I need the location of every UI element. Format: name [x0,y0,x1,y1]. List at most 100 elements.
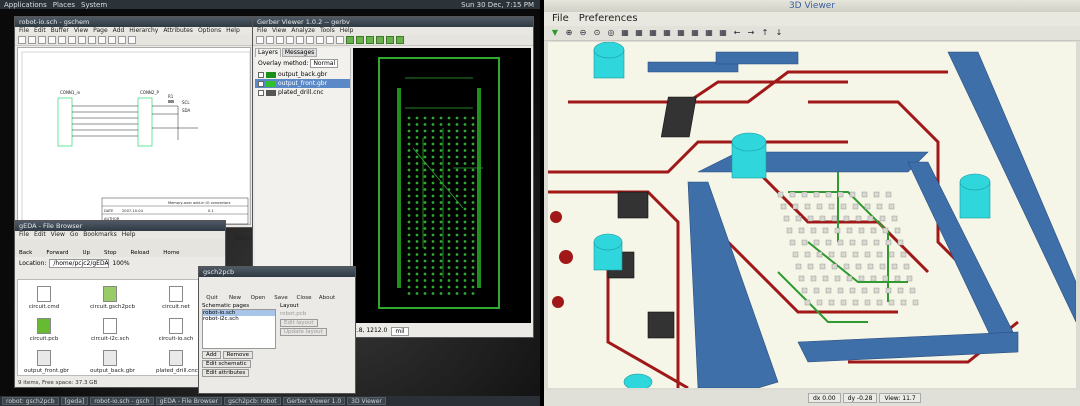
tab-messages[interactable]: Messages [281,48,318,57]
save-icon[interactable] [38,36,46,44]
check-icon[interactable] [356,36,364,44]
update-layout-button[interactable]: Update layout [280,328,327,336]
remove-button[interactable]: Remove [222,351,253,359]
file-browser-titlebar[interactable]: gEDA - File Browser [15,221,225,231]
units-select[interactable]: mil [391,327,409,336]
text-icon[interactable] [118,36,126,44]
gschem-menu-hierarchy[interactable]: Hierarchy [129,27,158,35]
menu-system[interactable]: System [81,1,107,9]
layer-checkbox[interactable] [258,80,264,87]
layer-color-swatch[interactable] [266,71,276,78]
layer-checkbox[interactable] [258,89,264,96]
zoom-redraw-icon[interactable]: ◎ [606,28,616,38]
zoom-out-icon[interactable]: ⊖ [578,28,588,38]
tab-layers[interactable]: Layers [255,48,281,57]
check-icon[interactable] [346,36,354,44]
net-icon[interactable] [98,36,106,44]
gerbv-menu-tools[interactable]: Tools [320,27,335,35]
gschem-menu-add[interactable]: Add [113,27,125,35]
view-bottom-icon[interactable]: ▦ [634,28,644,38]
file-item[interactable]: circuit.gsch2pcb [90,286,135,310]
about-button[interactable]: About [316,279,338,301]
file-item[interactable]: output_front.gbr [24,350,69,374]
layer-checkbox[interactable] [258,71,264,78]
viewer3d-canvas[interactable] [548,42,1076,388]
fb-menu-file[interactable]: File [19,231,29,239]
gerbv-menu-file[interactable]: File [257,27,267,35]
layer-row-back[interactable]: output_back.gbr [255,70,350,79]
clock[interactable]: Sun 30 Dec, 7:15 PM [461,1,534,9]
taskbar-item[interactable]: Gerber Viewer 1.0 [282,397,346,405]
taskbar-item[interactable]: gEDA - File Browser [155,397,223,405]
viewer3d-menu-preferences[interactable]: Preferences [579,12,638,26]
fb-menu-bookmarks[interactable]: Bookmarks [83,231,117,239]
save-icon[interactable] [286,36,294,44]
zoom-100-icon[interactable] [336,36,344,44]
fb-menu-view[interactable]: View [51,231,65,239]
view-left-icon[interactable]: ▦ [676,28,686,38]
forward-button[interactable]: Forward [46,250,68,256]
new-button[interactable]: New [224,279,246,301]
quit-button[interactable]: Quit [201,279,223,301]
gschem-menu-attributes[interactable]: Attributes [163,27,193,35]
file-item[interactable]: circuit.pcb [24,318,64,342]
check-icon[interactable] [386,36,394,44]
pages-list[interactable]: robot-io.sch robot-i2c.sch [202,309,276,349]
arrow-up-icon[interactable]: ↑ [760,28,770,38]
back-button[interactable]: Back [19,250,32,256]
home-button[interactable]: Home [163,250,179,256]
gschem-titlebar[interactable]: robot-io.sch - gschem [15,17,253,27]
zoom-in-icon[interactable]: ⊕ [564,28,574,38]
taskbar-item[interactable]: robot: gsch2pcb [2,397,59,405]
gerbv-menu-help[interactable]: Help [340,27,354,35]
rotate-y-icon[interactable]: ▦ [718,28,728,38]
file-item[interactable]: circuit.cmd [24,286,64,310]
view-back-icon[interactable]: ▦ [662,28,672,38]
taskbar-item[interactable]: 3D Viewer [347,397,386,405]
gerbv-menu-analyze[interactable]: Analyze [291,27,315,35]
bus-icon[interactable] [108,36,116,44]
gschem-menu-options[interactable]: Options [198,27,221,35]
close-button[interactable]: Close [293,279,315,301]
fb-menu-edit[interactable]: Edit [34,231,46,239]
gschem-menu-buffer[interactable]: Buffer [51,27,69,35]
new-icon[interactable] [256,36,264,44]
check-icon[interactable] [376,36,384,44]
gerbv-menu-view[interactable]: View [272,27,286,35]
viewer3d-title[interactable]: 3D Viewer [544,0,1080,12]
taskbar-item[interactable]: gsch2pcb: robot [224,397,281,405]
taskbar-item[interactable]: [geda] [60,397,89,405]
save-button[interactable]: Save [270,279,292,301]
edit-schematic-button[interactable]: Edit schematic [202,360,251,368]
menu-places[interactable]: Places [53,1,75,9]
gschem-menu-view[interactable]: View [74,27,88,35]
view-right-icon[interactable]: ▦ [690,28,700,38]
fb-menu-go[interactable]: Go [70,231,78,239]
layer-row-drill[interactable]: plated_drill.cnc [255,88,350,97]
edit-layout-button[interactable]: Edit layout [280,319,318,327]
file-item[interactable]: circuit-io.sch [156,318,196,342]
check-icon[interactable] [366,36,374,44]
gerbv-titlebar[interactable]: Gerber Viewer 1.0.2 -- gerbv [253,17,533,27]
component-icon[interactable] [88,36,96,44]
zoom-level[interactable]: 100% [112,260,129,267]
copy-icon[interactable] [68,36,76,44]
up-button[interactable]: Up [82,250,90,256]
reload-icon[interactable]: ▼ [550,28,560,38]
viewer3d-menu-file[interactable]: File [552,12,569,26]
gschem-menu-page[interactable]: Page [93,27,108,35]
schematic-canvas[interactable]: CONN1_in CONN2_P SCL SDA R1 Memory-over … [17,47,251,225]
layer-color-swatch[interactable] [266,89,276,96]
arrow-left-icon[interactable]: ← [732,28,742,38]
reload-button[interactable]: Reload [131,250,150,256]
menu-applications[interactable]: Applications [4,1,47,9]
arrow-right-icon[interactable]: → [746,28,756,38]
gerber-canvas[interactable] [353,48,531,323]
location-field[interactable]: /home/pcjc2/gEDA [49,259,110,268]
cut-icon[interactable] [58,36,66,44]
edit-attributes-button[interactable]: Edit attributes [202,369,250,377]
zoom-in-icon[interactable] [306,36,314,44]
print-icon[interactable] [48,36,56,44]
zoom-out-icon[interactable] [316,36,324,44]
fb-menu-help[interactable]: Help [122,231,136,239]
